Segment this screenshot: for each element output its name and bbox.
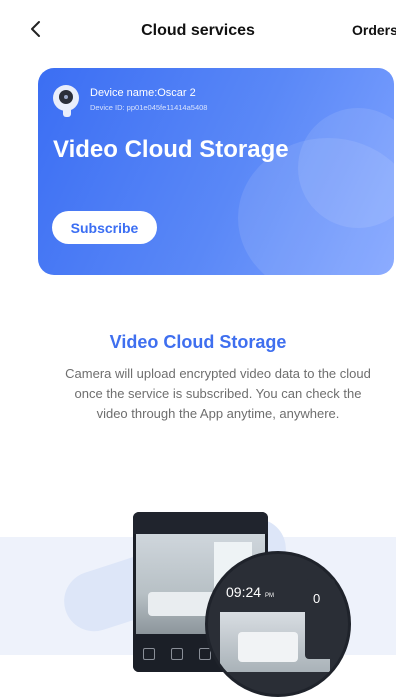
page-title: Cloud services <box>141 22 255 39</box>
card-title: Video Cloud Storage <box>53 136 289 163</box>
secondary-playback-frame: 0 <box>305 579 335 659</box>
playback-time: 09:24 PM <box>226 584 274 600</box>
cloud-storage-card: Device name:Oscar 2 Device ID: pp01e045f… <box>38 68 394 275</box>
playback-time-value: 09:24 <box>226 584 262 600</box>
playback-time-suffix: PM <box>264 593 274 599</box>
subscribe-button[interactable]: Subscribe <box>52 211 157 244</box>
top-bar: Cloud services Orders <box>0 0 396 64</box>
camera-icon <box>171 648 183 660</box>
playback-sofa <box>238 632 298 662</box>
phone-status-bar <box>133 512 268 534</box>
section-description: Camera will upload encrypted video data … <box>65 366 371 421</box>
speaker-icon <box>143 648 155 660</box>
orders-link[interactable]: Orders <box>352 22 396 38</box>
device-id: Device ID: pp01e045fe11414a5408 <box>90 103 208 112</box>
camera-stand-icon <box>63 108 71 117</box>
section-title: Video Cloud Storage <box>109 332 287 352</box>
secondary-time: 0 <box>313 591 321 606</box>
device-name: Device name:Oscar 2 <box>90 87 196 99</box>
